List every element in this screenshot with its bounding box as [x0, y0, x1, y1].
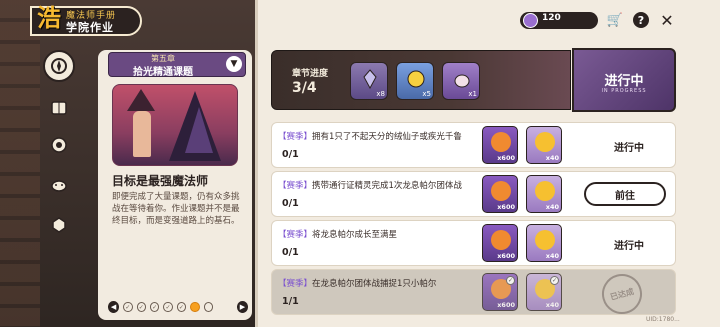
- reward-item[interactable]: ✓ x600: [482, 273, 518, 311]
- crystal-reward-icon: [363, 69, 377, 89]
- medal-reward-icon: [407, 70, 425, 88]
- chapter-illustration: [112, 84, 238, 166]
- shop-cart-icon[interactable]: 🛒: [606, 11, 624, 29]
- flame-icon: [491, 181, 511, 201]
- task-description: 携带通行证精灵完成1次龙息帕尔团体战: [312, 181, 462, 191]
- pager-dot-current[interactable]: [190, 302, 200, 312]
- pager-prev-icon[interactable]: ◀: [108, 301, 120, 313]
- pager-dot[interactable]: ✓: [149, 302, 160, 312]
- task-row: 【赛季】拥有1只了不起天分的绒仙子或疾光千鲁 0/1 x600 x40 进行中: [271, 122, 676, 168]
- close-icon[interactable]: ✕: [658, 11, 676, 30]
- chapter-pager: ◀ ✓ ✓ ✓ ✓ ✓ ▶: [108, 299, 249, 315]
- creature-icon: [51, 180, 67, 192]
- nav-badge[interactable]: [44, 210, 74, 240]
- coin-icon: [535, 181, 555, 201]
- coin-icon: [535, 230, 555, 250]
- task-tag: 【赛季】: [278, 132, 313, 142]
- pager-dot[interactable]: ✓: [163, 302, 173, 312]
- task-tag: 【赛季】: [278, 279, 313, 289]
- coin-icon: [535, 132, 555, 152]
- reward-item[interactable]: x40: [526, 224, 562, 262]
- badge-icon: [52, 217, 66, 233]
- reward-amount: x40: [545, 154, 559, 162]
- task-progress: 0/1: [282, 149, 299, 160]
- currency-value: 120: [542, 13, 561, 23]
- page-title: 学院作业: [66, 21, 114, 34]
- task-progress: 0/1: [282, 247, 299, 258]
- scroll-icon: [51, 137, 67, 153]
- reward-amount: x600: [497, 301, 515, 309]
- pager-dot[interactable]: [203, 302, 213, 312]
- reward-amount: x600: [497, 154, 515, 162]
- nav-book[interactable]: [44, 93, 74, 123]
- progress-reward[interactable]: x8: [350, 62, 388, 100]
- reward-count: x8: [376, 90, 385, 98]
- task-tag: 【赛季】: [278, 230, 313, 240]
- goal-title: 目标是最强魔法师: [112, 174, 209, 188]
- progress-reward[interactable]: x1: [442, 62, 480, 100]
- progress-label: 章节进度: [292, 69, 329, 79]
- reward-item[interactable]: ✓ x40: [526, 273, 562, 311]
- goal-description: 即便完成了大量课题，仍有众多挑战在等待着你。作业课题并不是最终目标，而是变强道路…: [112, 192, 240, 226]
- reward-amount: x600: [497, 252, 515, 260]
- compass-icon: [51, 58, 67, 74]
- progress-reward[interactable]: x5: [396, 62, 434, 100]
- check-icon: ✓: [550, 276, 559, 285]
- reward-count: x5: [422, 90, 431, 98]
- reward-amount: x40: [545, 252, 559, 260]
- check-icon: ✓: [506, 276, 515, 285]
- witch-hat: [127, 89, 155, 111]
- flame-icon: [491, 230, 511, 250]
- chapter-status-sub: IN PROGRESS: [601, 88, 647, 94]
- reward-item[interactable]: x40: [526, 126, 562, 164]
- witch-figure: [133, 111, 151, 157]
- reward-item[interactable]: x600: [482, 126, 518, 164]
- task-tag: 【赛季】: [278, 181, 313, 191]
- currency-icon: [523, 13, 538, 28]
- task-description: 拥有1只了不起天分的绒仙子或疾光千鲁: [312, 132, 462, 142]
- task-status: 进行中: [614, 241, 644, 252]
- task-row: 【赛季】将龙息帕尔成长至满星 0/1 x600 x40 进行中: [271, 220, 676, 266]
- title-logo-icon: 浩: [37, 4, 61, 32]
- task-status: 进行中: [614, 143, 644, 154]
- bookshelf-decor: [0, 0, 40, 327]
- task-progress: 1/1: [282, 296, 299, 307]
- go-button[interactable]: 前往: [584, 182, 666, 206]
- flame-icon: [491, 132, 511, 152]
- nav-scroll[interactable]: [44, 130, 74, 160]
- task-row: 【赛季】携带通行证精灵完成1次龙息帕尔团体战 0/1 x600 x40 前往: [271, 171, 676, 217]
- pager-dot[interactable]: ✓: [176, 302, 187, 312]
- reward-item[interactable]: x600: [482, 175, 518, 213]
- reward-count: x1: [468, 90, 477, 98]
- creature-reward-icon: [454, 74, 470, 88]
- help-icon[interactable]: ?: [633, 12, 649, 28]
- reward-amount: x40: [545, 301, 559, 309]
- pager-dot[interactable]: ✓: [123, 302, 133, 312]
- chapter-dropdown-icon[interactable]: ▼: [226, 56, 242, 72]
- nav-compass[interactable]: [43, 50, 75, 82]
- reward-item[interactable]: x40: [526, 175, 562, 213]
- crystal-highlight: [185, 107, 213, 153]
- user-id: UID:1780...: [646, 316, 680, 323]
- reward-item[interactable]: x600: [482, 224, 518, 262]
- chapter-status: 进行中: [604, 74, 644, 89]
- nav-creature[interactable]: [44, 170, 74, 200]
- pager-dot[interactable]: ✓: [136, 302, 146, 312]
- pager-next-icon[interactable]: ▶: [236, 301, 249, 313]
- task-description: 在龙息帕尔团体战捕捉1只小帕尔: [312, 279, 437, 289]
- task-row-completed: 【赛季】在龙息帕尔团体战捕捉1只小帕尔 1/1 ✓ x600 ✓ x40 已达成: [271, 269, 676, 319]
- task-progress: 0/1: [282, 198, 299, 209]
- book-icon: [51, 101, 67, 115]
- progress-value: 3/4: [292, 80, 317, 96]
- completed-stamp: 已达成: [597, 269, 647, 319]
- reward-amount: x40: [545, 203, 559, 211]
- chapter-name: 拾光精通课题: [133, 67, 193, 78]
- reward-amount: x600: [497, 203, 515, 211]
- task-description: 将龙息帕尔成长至满星: [312, 230, 398, 240]
